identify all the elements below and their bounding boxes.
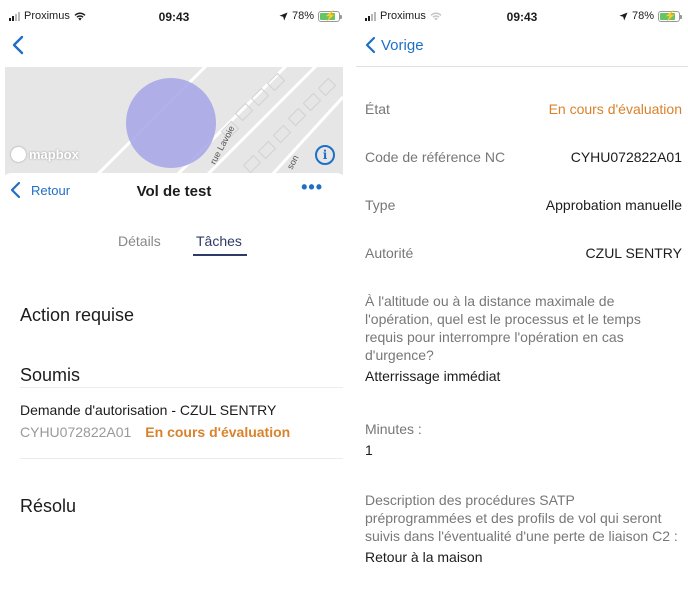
divider bbox=[20, 387, 343, 388]
question-text: Minutes : bbox=[365, 421, 422, 437]
left-screen: Proximus 09:43 78% ⚡ rue Lavoie son mapb… bbox=[0, 0, 348, 604]
detail-value: Approbation manuelle bbox=[545, 197, 682, 213]
map-view[interactable]: rue Lavoie son mapbox i bbox=[5, 67, 343, 177]
battery-percent: 78% bbox=[631, 10, 654, 22]
request-title: Demande d'autorisation - CZUL SENTRY bbox=[20, 402, 277, 418]
status-badge: En cours d'évaluation bbox=[145, 424, 291, 440]
vorige-button[interactable]: Vorige bbox=[364, 36, 424, 54]
detail-row-etat: État En cours d'évaluation bbox=[365, 101, 682, 117]
tab-taches[interactable]: Tâches bbox=[196, 233, 242, 249]
back-chevron-icon[interactable] bbox=[10, 34, 28, 56]
battery-indicator: 78% ⚡ bbox=[619, 10, 682, 22]
section-resolu: Résolu bbox=[20, 496, 77, 516]
battery-icon: ⚡ bbox=[658, 10, 682, 22]
detail-row-reference: Code de référence NC CYHU072822A01 bbox=[365, 149, 682, 165]
section-soumis: Soumis bbox=[20, 365, 81, 385]
status-bar: Proximus 09:43 78% ⚡ bbox=[0, 0, 348, 34]
battery-indicator: 78% ⚡ bbox=[279, 10, 342, 22]
info-icon[interactable]: i bbox=[315, 145, 335, 165]
tab-details[interactable]: Détails bbox=[118, 233, 161, 249]
answer-text: 1 bbox=[365, 442, 373, 458]
question-text: À l'altitude ou à la distance maximale d… bbox=[365, 293, 641, 363]
question-block: Description des procédures SATP préprogr… bbox=[365, 491, 682, 565]
detail-label: Type bbox=[365, 197, 396, 213]
answer-text: Retour à la maison bbox=[365, 549, 483, 565]
section-action-requise: Action requise bbox=[20, 305, 135, 325]
battery-percent: 78% bbox=[291, 10, 314, 22]
request-code: CYHU072822A01 bbox=[20, 424, 132, 440]
tab-bar: Détails Tâches bbox=[0, 233, 348, 259]
mapbox-icon bbox=[11, 147, 26, 162]
question-block: Minutes : 1 bbox=[365, 420, 682, 458]
detail-label: État bbox=[365, 101, 390, 117]
right-screen: Proximus 09:43 78% ⚡ Vorige État En cour… bbox=[356, 0, 688, 604]
location-arrow-icon bbox=[279, 12, 288, 20]
answer-text: Atterrissage immédiat bbox=[365, 368, 501, 384]
divider bbox=[356, 66, 688, 67]
status-badge: En cours d'évaluation bbox=[548, 101, 682, 117]
battery-icon: ⚡ bbox=[318, 10, 342, 22]
detail-sheet: Retour Vol de test ••• Détails Tâches Ac… bbox=[0, 173, 348, 604]
vorige-label: Vorige bbox=[381, 36, 424, 54]
divider bbox=[20, 458, 343, 459]
detail-label: Code de référence NC bbox=[365, 149, 506, 165]
question-text: Description des procédures SATP préprogr… bbox=[365, 492, 678, 544]
detail-value: CYHU072822A01 bbox=[570, 149, 682, 165]
chevron-left-icon bbox=[365, 36, 376, 54]
page-title: Vol de test bbox=[136, 183, 212, 200]
tab-active-indicator bbox=[193, 254, 247, 256]
detail-row-autorite: Autorité CZUL SENTRY bbox=[365, 245, 682, 261]
mapbox-logo: mapbox bbox=[11, 147, 79, 162]
question-block: À l'altitude ou à la distance maximale d… bbox=[365, 292, 682, 384]
mapbox-logo-text: mapbox bbox=[29, 147, 79, 162]
detail-label: Autorité bbox=[365, 245, 414, 261]
more-options-icon[interactable]: ••• bbox=[301, 177, 323, 198]
sheet-nav-bar: Retour Vol de test ••• bbox=[0, 173, 348, 211]
status-bar: Proximus 09:43 78% ⚡ bbox=[356, 0, 688, 34]
detail-row-type: Type Approbation manuelle bbox=[365, 197, 682, 213]
request-list-item[interactable]: Demande d'autorisation - CZUL SENTRY CYH… bbox=[20, 402, 343, 440]
location-arrow-icon bbox=[619, 12, 628, 20]
detail-value: CZUL SENTRY bbox=[585, 245, 682, 261]
